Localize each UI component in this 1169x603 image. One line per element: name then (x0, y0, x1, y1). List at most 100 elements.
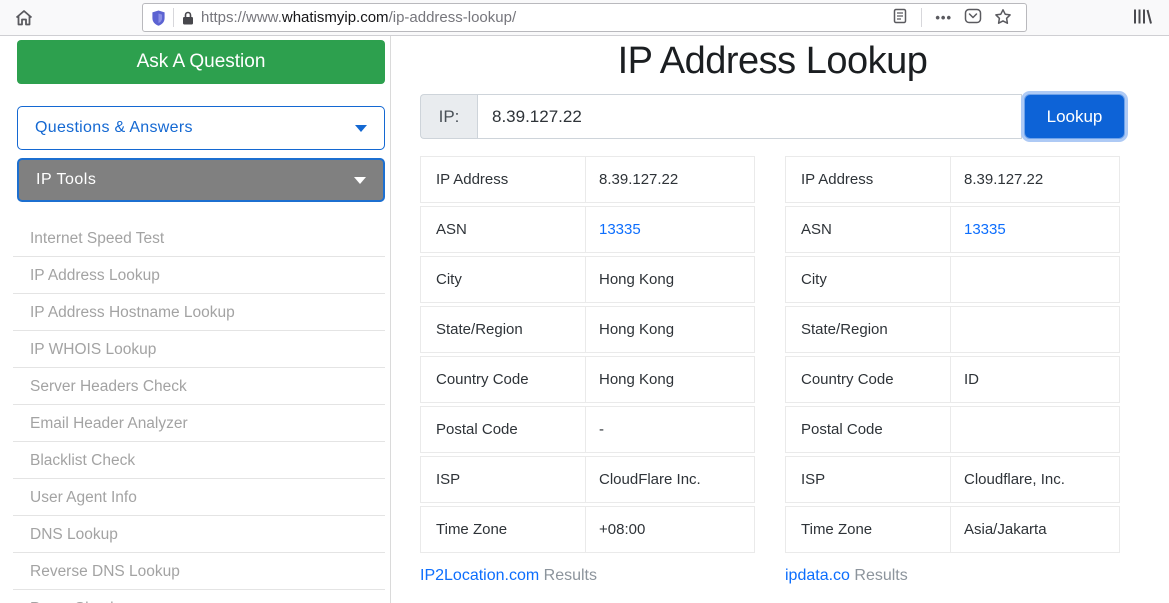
sidebar-link[interactable]: IP WHOIS Lookup (13, 331, 385, 368)
home-button[interactable] (12, 8, 36, 28)
url-path: /ip-address-lookup/ (389, 9, 517, 26)
results-suffix: Results (544, 567, 597, 584)
row-label: Postal Code (786, 407, 951, 452)
row-value (951, 307, 1119, 352)
ipdata-result-column: IP Address 8.39.127.22 ASN 13335 City (785, 156, 1120, 585)
page-title: IP Address Lookup (420, 40, 1125, 82)
row-label: State/Region (421, 307, 586, 352)
row-value: ID (951, 357, 1119, 402)
url-text[interactable]: https://www.whatismyip.com/ip-address-lo… (201, 9, 886, 26)
row-label: IP Address (421, 157, 586, 202)
row-label: ASN (421, 207, 586, 252)
row-value (951, 257, 1119, 302)
sidebar-link[interactable]: Server Headers Check (13, 368, 385, 405)
ip-tools-nav: Internet Speed Test IP Address Lookup IP… (13, 220, 385, 603)
row-label: City (786, 257, 951, 302)
sidebar-link[interactable]: User Agent Info (13, 479, 385, 516)
page-actions-button[interactable]: ••• (929, 4, 958, 32)
url-prefix: https://www. (201, 9, 282, 26)
bookmark-star-icon (994, 8, 1012, 28)
row-label: State/Region (786, 307, 951, 352)
tracking-protection-shield-icon[interactable] (151, 9, 166, 27)
row-label: ISP (786, 457, 951, 502)
questions-answers-dropdown[interactable]: Questions & Answers (17, 106, 385, 150)
ip2location-source-line: IP2Location.com Results (420, 567, 755, 585)
row-label: Postal Code (421, 407, 586, 452)
sidebar-link[interactable]: Internet Speed Test (13, 220, 385, 257)
table-row: ASN 13335 (785, 206, 1120, 253)
table-row: IP Address 8.39.127.22 (785, 156, 1120, 203)
row-value: - (586, 407, 754, 452)
row-label: IP Address (786, 157, 951, 202)
table-row: Postal Code (785, 406, 1120, 453)
results-section: IP Address 8.39.127.22 ASN 13335 City Ho… (420, 156, 1125, 585)
row-value: Asia/Jakarta (951, 507, 1119, 552)
sidebar: Ask A Question Questions & Answers IP To… (0, 36, 391, 603)
table-row: IP Address 8.39.127.22 (420, 156, 755, 203)
library-button[interactable] (1131, 7, 1153, 29)
row-label: City (421, 257, 586, 302)
table-row: ASN 13335 (420, 206, 755, 253)
row-label: Country Code (421, 357, 586, 402)
row-value[interactable]: 13335 (951, 207, 1119, 252)
sidebar-link[interactable]: Proxy Check (13, 590, 385, 603)
save-to-pocket-button[interactable] (958, 4, 988, 32)
ip-field-label: IP: (420, 94, 477, 139)
row-label: Time Zone (421, 507, 586, 552)
row-label: ASN (786, 207, 951, 252)
results-suffix: Results (854, 567, 907, 584)
page-actions-icon: ••• (935, 10, 952, 25)
table-row: Country Code Hong Kong (420, 356, 755, 403)
sidebar-link[interactable]: IP Address Lookup (13, 257, 385, 294)
sidebar-link[interactable]: Email Header Analyzer (13, 405, 385, 442)
row-label: Time Zone (786, 507, 951, 552)
ip-tools-dropdown[interactable]: IP Tools (17, 158, 385, 202)
row-value[interactable]: 13335 (586, 207, 754, 252)
row-value: Hong Kong (586, 257, 754, 302)
url-domain: whatismyip.com (282, 9, 389, 26)
ipdata-source-line: ipdata.co Results (785, 567, 1120, 585)
table-row: City (785, 256, 1120, 303)
reader-mode-button[interactable] (886, 4, 914, 32)
row-label: Country Code (786, 357, 951, 402)
https-lock-icon[interactable] (181, 10, 195, 26)
row-value: Hong Kong (586, 307, 754, 352)
table-row: Time Zone +08:00 (420, 506, 755, 553)
table-row: State/Region Hong Kong (420, 306, 755, 353)
sidebar-link[interactable]: IP Address Hostname Lookup (13, 294, 385, 331)
row-value (951, 407, 1119, 452)
row-value: Cloudflare, Inc. (951, 457, 1119, 502)
chevron-down-icon (355, 125, 367, 132)
row-value: +08:00 (586, 507, 754, 552)
ip2location-link[interactable]: IP2Location.com (420, 567, 539, 584)
row-value: 8.39.127.22 (586, 157, 754, 202)
urlbar-separator (173, 8, 174, 27)
url-bar[interactable]: https://www.whatismyip.com/ip-address-lo… (142, 3, 1027, 32)
main-content: IP Address Lookup IP: Lookup IP Address … (391, 36, 1169, 603)
row-value: 8.39.127.22 (951, 157, 1119, 202)
ip2location-table: IP Address 8.39.127.22 ASN 13335 City Ho… (420, 156, 755, 553)
questions-answers-label: Questions & Answers (35, 119, 193, 137)
table-row: ISP Cloudflare, Inc. (785, 456, 1120, 503)
urlbar-separator (921, 8, 922, 27)
ip-input[interactable] (477, 94, 1022, 139)
ask-question-button[interactable]: Ask A Question (17, 40, 385, 84)
row-value: CloudFlare Inc. (586, 457, 754, 502)
table-row: ISP CloudFlare Inc. (420, 456, 755, 503)
ipdata-table: IP Address 8.39.127.22 ASN 13335 City (785, 156, 1120, 553)
pocket-icon (964, 8, 982, 27)
row-label: ISP (421, 457, 586, 502)
sidebar-link[interactable]: DNS Lookup (13, 516, 385, 553)
sidebar-link[interactable]: Reverse DNS Lookup (13, 553, 385, 590)
lookup-button[interactable]: Lookup (1024, 94, 1125, 139)
library-icon (1131, 14, 1153, 29)
sidebar-link[interactable]: Blacklist Check (13, 442, 385, 479)
ipdata-link[interactable]: ipdata.co (785, 567, 850, 584)
table-row: Postal Code - (420, 406, 755, 453)
chevron-down-icon (354, 177, 366, 184)
bookmark-star-button[interactable] (988, 4, 1018, 32)
browser-toolbar: https://www.whatismyip.com/ip-address-lo… (0, 0, 1169, 36)
table-row: Country Code ID (785, 356, 1120, 403)
ip-tools-label: IP Tools (36, 171, 96, 189)
ip2location-result-column: IP Address 8.39.127.22 ASN 13335 City Ho… (420, 156, 755, 585)
